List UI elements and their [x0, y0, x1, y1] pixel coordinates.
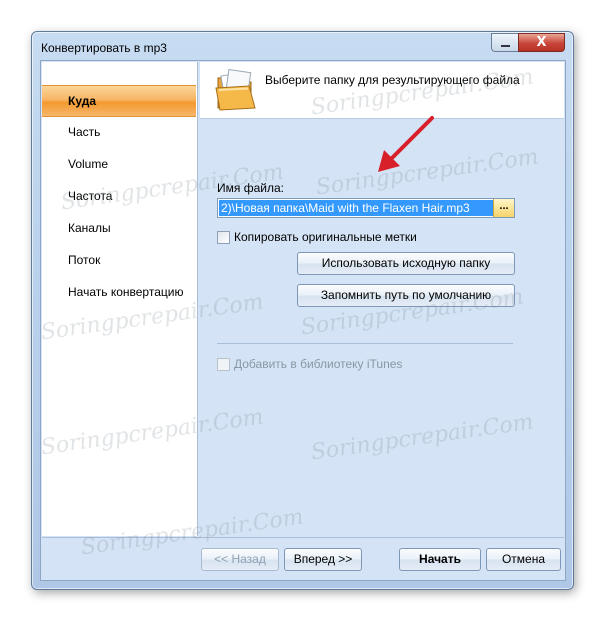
- sidebar-item-volume[interactable]: Volume: [42, 149, 196, 179]
- next-button[interactable]: Вперед >>: [284, 548, 362, 571]
- separator: [217, 343, 513, 344]
- minimize-button[interactable]: [491, 33, 518, 52]
- file-name-label: Имя файла:: [217, 181, 284, 195]
- sidebar-item-channels[interactable]: Каналы: [42, 213, 196, 243]
- sidebar-item-part[interactable]: Часть: [42, 117, 196, 147]
- back-button[interactable]: << Назад: [201, 548, 279, 571]
- dialog-client-area: Куда Часть Volume Частота Каналы Поток Н…: [40, 60, 566, 581]
- use-source-folder-button[interactable]: Использовать исходную папку: [297, 252, 515, 275]
- sidebar-item-label: Часть: [68, 125, 101, 139]
- sidebar-item-label: Каналы: [68, 221, 111, 235]
- sidebar-item-start-conversion[interactable]: Начать конвертацию: [42, 277, 196, 307]
- wizard-footer: << Назад Вперед >> Начать Отмена: [42, 537, 564, 580]
- step-header-text: Выберите папку для результирующего файла: [265, 73, 520, 87]
- close-icon: X: [536, 35, 547, 50]
- minimize-icon: [500, 44, 510, 47]
- converter-window: Конвертировать в mp3 X Куда Часть Volume…: [31, 31, 574, 590]
- cancel-button[interactable]: Отмена: [486, 548, 561, 571]
- file-name-input[interactable]: 2)\Новая папка\Maid with the Flaxen Hair…: [217, 198, 515, 218]
- remember-path-button[interactable]: Запомнить путь по умолчанию: [297, 284, 515, 307]
- window-title: Конвертировать в mp3: [41, 41, 167, 55]
- sidebar-item-bitrate[interactable]: Поток: [42, 245, 196, 275]
- sidebar-item-label: Частота: [68, 189, 113, 203]
- browse-button[interactable]: ...: [493, 199, 514, 217]
- copy-tags-label: Копировать оригинальные метки: [234, 230, 417, 244]
- itunes-checkbox[interactable]: [217, 358, 230, 371]
- sidebar-item-label: Начать конвертацию: [68, 285, 184, 299]
- title-bar[interactable]: Конвертировать в mp3 X: [32, 32, 573, 60]
- start-button[interactable]: Начать: [399, 548, 481, 571]
- wizard-steps-sidebar: Куда Часть Volume Частота Каналы Поток Н…: [42, 62, 198, 536]
- sidebar-item-label: Куда: [68, 94, 96, 108]
- step-header: Выберите папку для результирующего файла: [200, 62, 564, 119]
- sidebar-item-frequency[interactable]: Частота: [42, 181, 196, 211]
- sidebar-item-destination[interactable]: Куда: [42, 85, 196, 117]
- copy-tags-checkbox[interactable]: [217, 231, 230, 244]
- sidebar-item-label: Поток: [68, 253, 101, 267]
- folder-icon: [215, 69, 256, 111]
- itunes-label: Добавить в библиотеку iTunes: [234, 357, 403, 371]
- file-name-value: 2)\Новая папка\Maid with the Flaxen Hair…: [219, 200, 493, 216]
- sidebar-item-label: Volume: [68, 157, 109, 171]
- close-button[interactable]: X: [518, 33, 565, 52]
- destination-panel: Имя файла: 2)\Новая папка\Maid with the …: [200, 119, 564, 536]
